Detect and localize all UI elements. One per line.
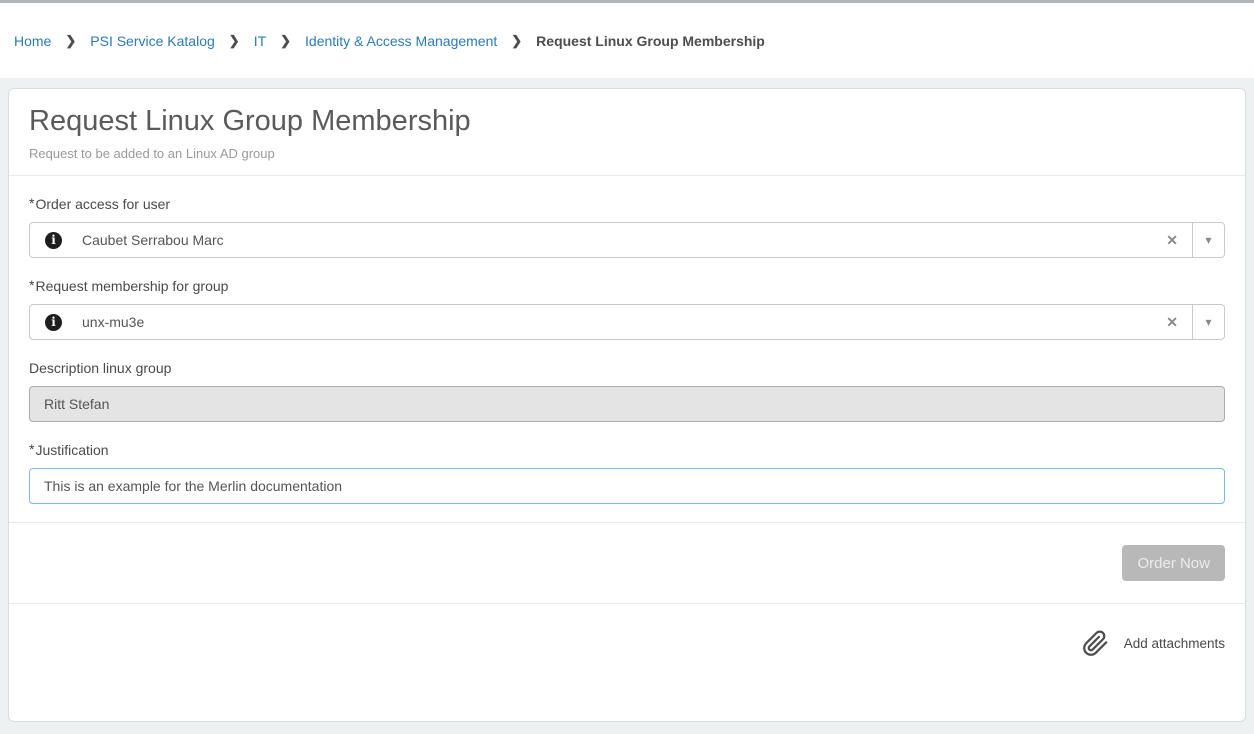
required-marker: * (29, 277, 34, 293)
info-icon: i (45, 314, 62, 331)
group-select[interactable]: i unx-mu3e ✕ ▾ (29, 304, 1225, 340)
breadcrumb-home[interactable]: Home (14, 33, 51, 49)
caret-down-icon: ▾ (1205, 233, 1211, 247)
justification-input[interactable] (29, 468, 1225, 504)
field-label: *Order access for user (29, 196, 1225, 212)
chevron-right-icon: ❯ (65, 33, 76, 49)
chevron-right-icon: ❯ (229, 33, 240, 49)
field-description-linux-group: Description linux group Ritt Stefan (29, 360, 1225, 422)
field-label: Description linux group (29, 360, 1225, 376)
page-subtitle: Request to be added to an Linux AD group (29, 146, 1225, 161)
field-justification: *Justification (29, 442, 1225, 504)
breadcrumb: Home ❯ PSI Service Katalog ❯ IT ❯ Identi… (0, 3, 1254, 78)
required-marker: * (29, 195, 34, 211)
breadcrumb-identity-access-management[interactable]: Identity & Access Management (305, 33, 497, 49)
form-body: *Order access for user i Caubet Serrabou… (9, 176, 1245, 522)
form-header: Request Linux Group Membership Request t… (9, 89, 1245, 176)
order-actions: Order Now (9, 522, 1245, 603)
dropdown-toggle[interactable]: ▾ (1192, 223, 1224, 257)
group-select-value: unx-mu3e (82, 314, 1166, 330)
chevron-right-icon: ❯ (280, 33, 291, 49)
breadcrumb-psi-service-katalog[interactable]: PSI Service Katalog (90, 33, 215, 49)
attachments-bar: Add attachments (9, 603, 1245, 683)
caret-down-icon: ▾ (1205, 315, 1211, 329)
field-order-access-for-user: *Order access for user i Caubet Serrabou… (29, 196, 1225, 258)
field-label: *Request membership for group (29, 278, 1225, 294)
field-request-membership-for-group: *Request membership for group i unx-mu3e… (29, 278, 1225, 340)
description-readonly-field: Ritt Stefan (29, 386, 1225, 422)
required-marker: * (29, 441, 34, 457)
order-now-button[interactable]: Order Now (1122, 545, 1225, 581)
paperclip-icon (1082, 630, 1109, 657)
field-label: *Justification (29, 442, 1225, 458)
clear-icon[interactable]: ✕ (1166, 314, 1178, 331)
add-attachments-label: Add attachments (1124, 636, 1225, 651)
info-icon: i (45, 232, 62, 249)
user-select[interactable]: i Caubet Serrabou Marc ✕ ▾ (29, 222, 1225, 258)
chevron-right-icon: ❯ (511, 33, 522, 49)
breadcrumb-current-page: Request Linux Group Membership (536, 33, 765, 49)
user-select-value: Caubet Serrabou Marc (82, 232, 1166, 248)
request-form-card: Request Linux Group Membership Request t… (8, 88, 1246, 722)
dropdown-toggle[interactable]: ▾ (1192, 305, 1224, 339)
clear-icon[interactable]: ✕ (1166, 232, 1178, 249)
add-attachments-button[interactable]: Add attachments (1082, 630, 1225, 657)
page-title: Request Linux Group Membership (29, 105, 1225, 138)
breadcrumb-it[interactable]: IT (254, 33, 266, 49)
